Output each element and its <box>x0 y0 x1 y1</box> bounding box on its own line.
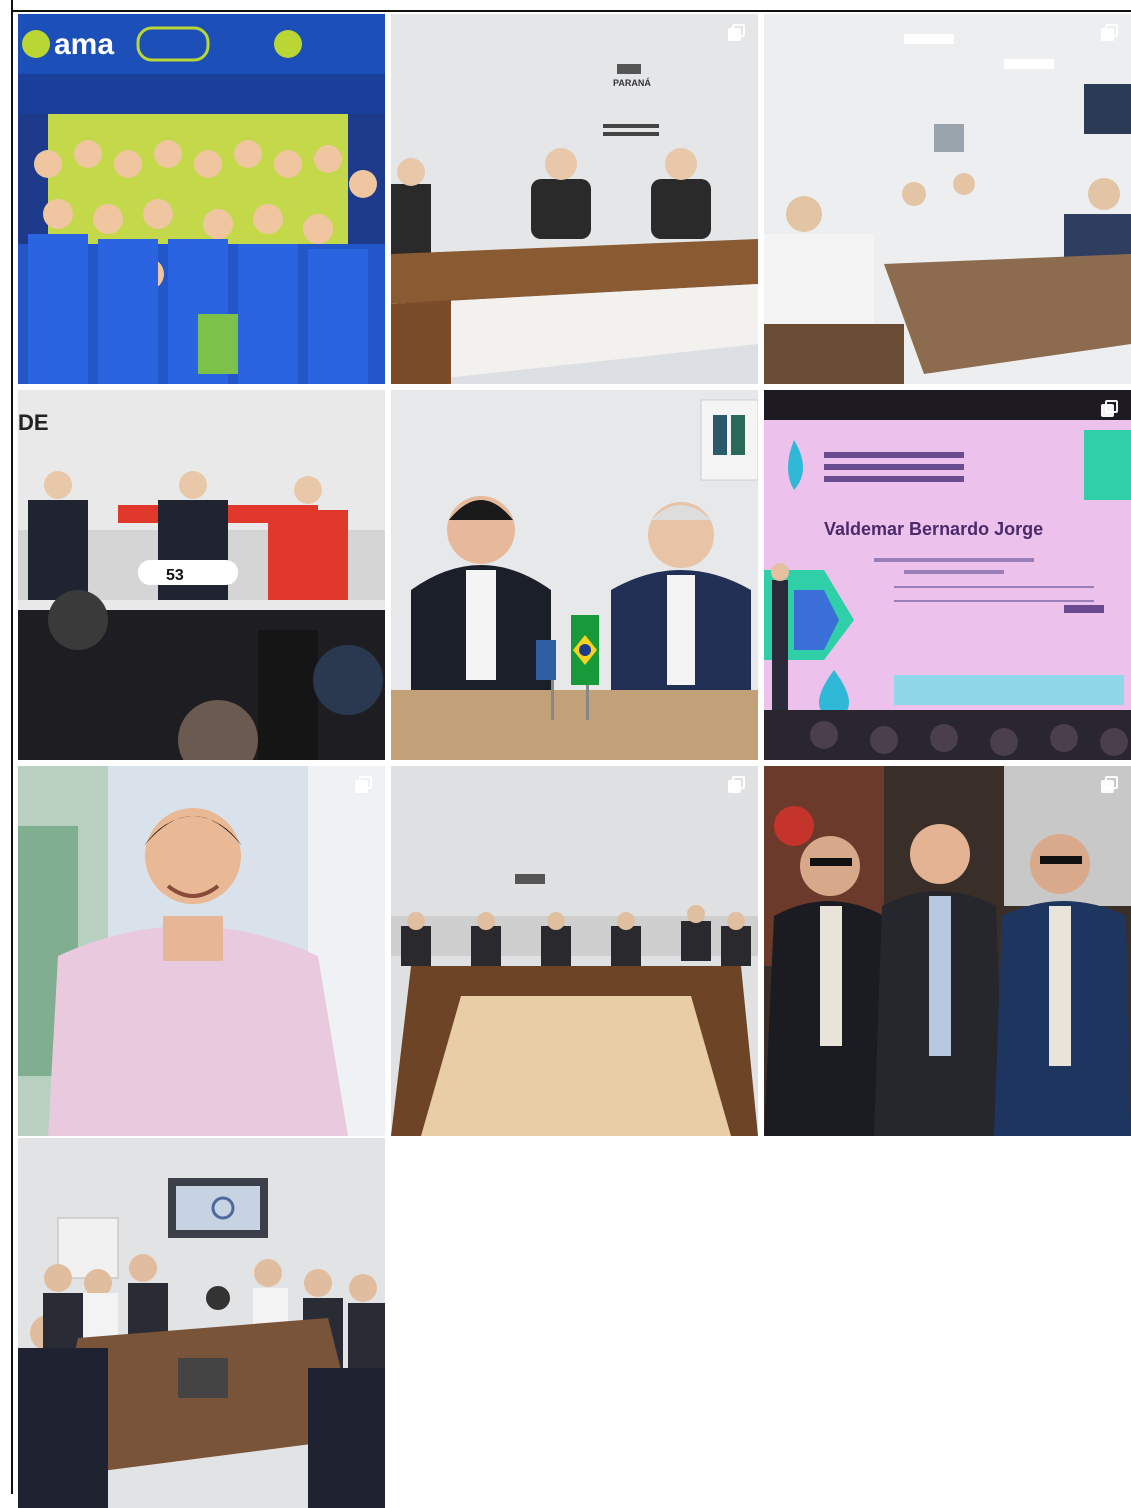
post-6-screen-name: Valdemar Bernardo Jorge <box>824 519 1043 539</box>
post-5-image <box>391 390 758 760</box>
post-1-image: ama <box>18 14 385 384</box>
post-tile-4[interactable]: DE 53 <box>18 390 385 760</box>
left-border <box>0 0 13 1494</box>
post-1-brand-text: ama <box>54 28 114 61</box>
post-tile-10[interactable] <box>18 1138 385 1508</box>
post-10-image <box>18 1138 385 1508</box>
post-2-wall-text: PARANÁ <box>613 78 651 88</box>
post-4-image: DE 53 <box>18 390 385 760</box>
post-tile-3[interactable] <box>764 14 1131 384</box>
post-grid: ama PARANÁ DE 53 Valdemar Bernardo Jorge <box>18 14 1131 1508</box>
post-7-image <box>18 766 385 1136</box>
post-tile-9[interactable] <box>764 766 1131 1136</box>
top-border <box>13 0 1131 12</box>
post-6-image: Valdemar Bernardo Jorge <box>764 390 1131 760</box>
post-tile-2[interactable]: PARANÁ <box>391 14 758 384</box>
post-4-stand-text: 53 <box>166 567 184 584</box>
post-2-image: PARANÁ <box>391 14 758 384</box>
post-tile-7[interactable] <box>18 766 385 1136</box>
post-tile-8[interactable] <box>391 766 758 1136</box>
post-tile-6[interactable]: Valdemar Bernardo Jorge <box>764 390 1131 760</box>
post-9-image <box>764 766 1131 1136</box>
post-tile-1[interactable]: ama <box>18 14 385 384</box>
post-tile-5[interactable] <box>391 390 758 760</box>
post-4-logo-text: DE <box>18 410 49 435</box>
post-8-image <box>391 766 758 1136</box>
post-3-image <box>764 14 1131 384</box>
profile-grid-frame: ama PARANÁ DE 53 Valdemar Bernardo Jorge <box>0 0 1131 1508</box>
